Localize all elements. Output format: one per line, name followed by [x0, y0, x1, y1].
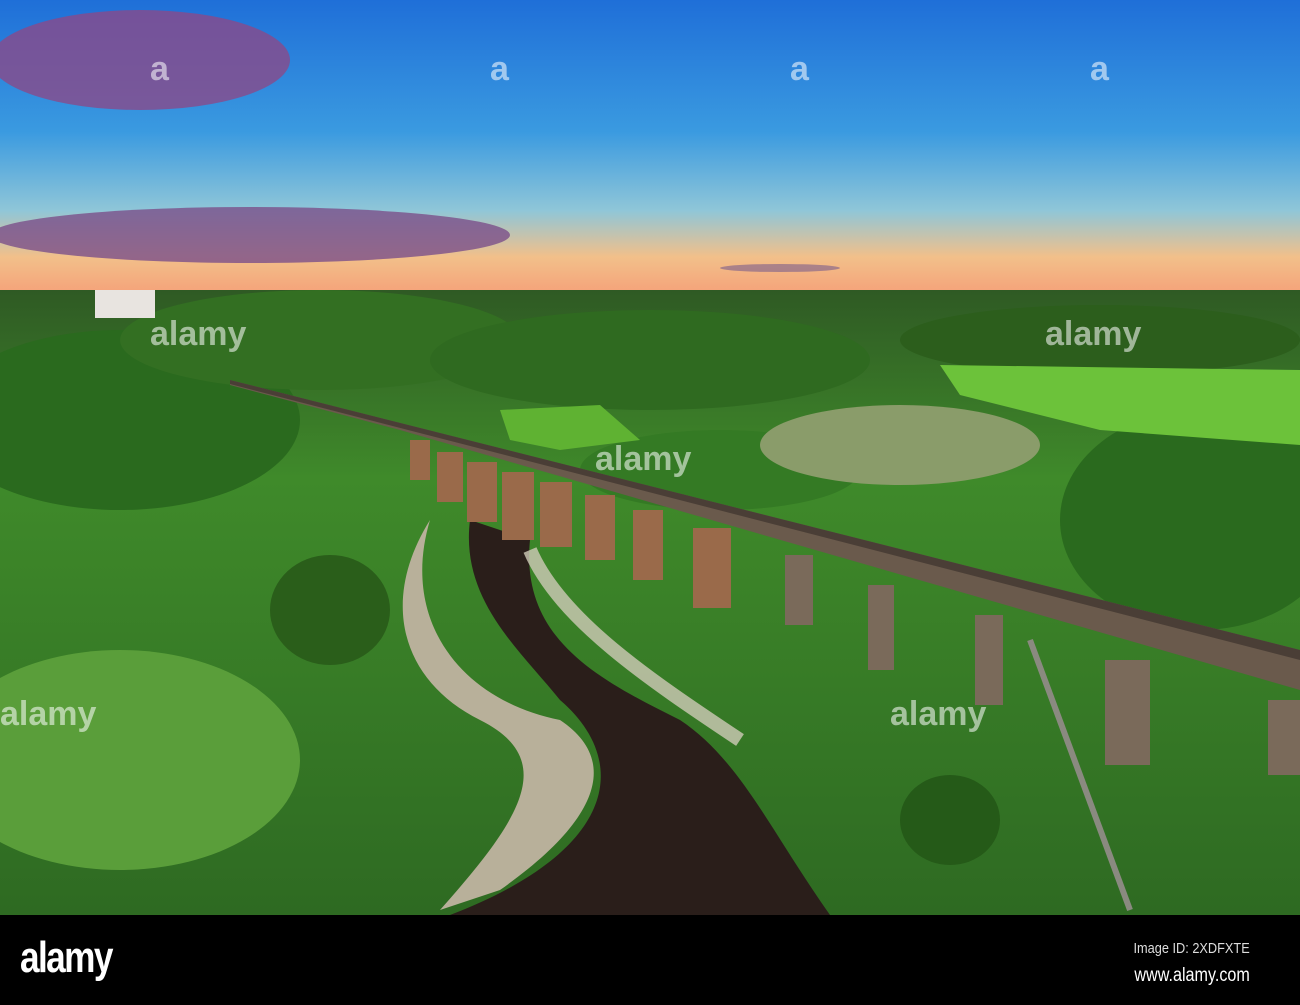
svg-text:alamy: alamy	[890, 695, 986, 733]
svg-text:a: a	[790, 50, 810, 88]
svg-text:a: a	[150, 50, 170, 88]
svg-text:a: a	[1090, 50, 1110, 88]
sky	[0, 0, 1300, 292]
svg-text:alamy: alamy	[0, 695, 96, 733]
site-url[interactable]: www.alamy.com	[1135, 965, 1250, 987]
svg-text:alamy: alamy	[150, 315, 246, 353]
aerial-photo: a a a a alamy alamy alamy alamy alamy	[0, 0, 1300, 915]
pond	[760, 405, 1040, 485]
svg-text:alamy: alamy	[1045, 315, 1141, 353]
footer-bar: alamy Image ID: 2XDFXTE www.alamy.com	[0, 915, 1300, 1005]
svg-text:alamy: alamy	[595, 440, 691, 478]
tower-block	[95, 290, 155, 318]
alamy-logo[interactable]: alamy	[20, 933, 113, 983]
image-id: Image ID: 2XDFXTE	[1133, 940, 1250, 957]
svg-text:a: a	[490, 50, 510, 88]
